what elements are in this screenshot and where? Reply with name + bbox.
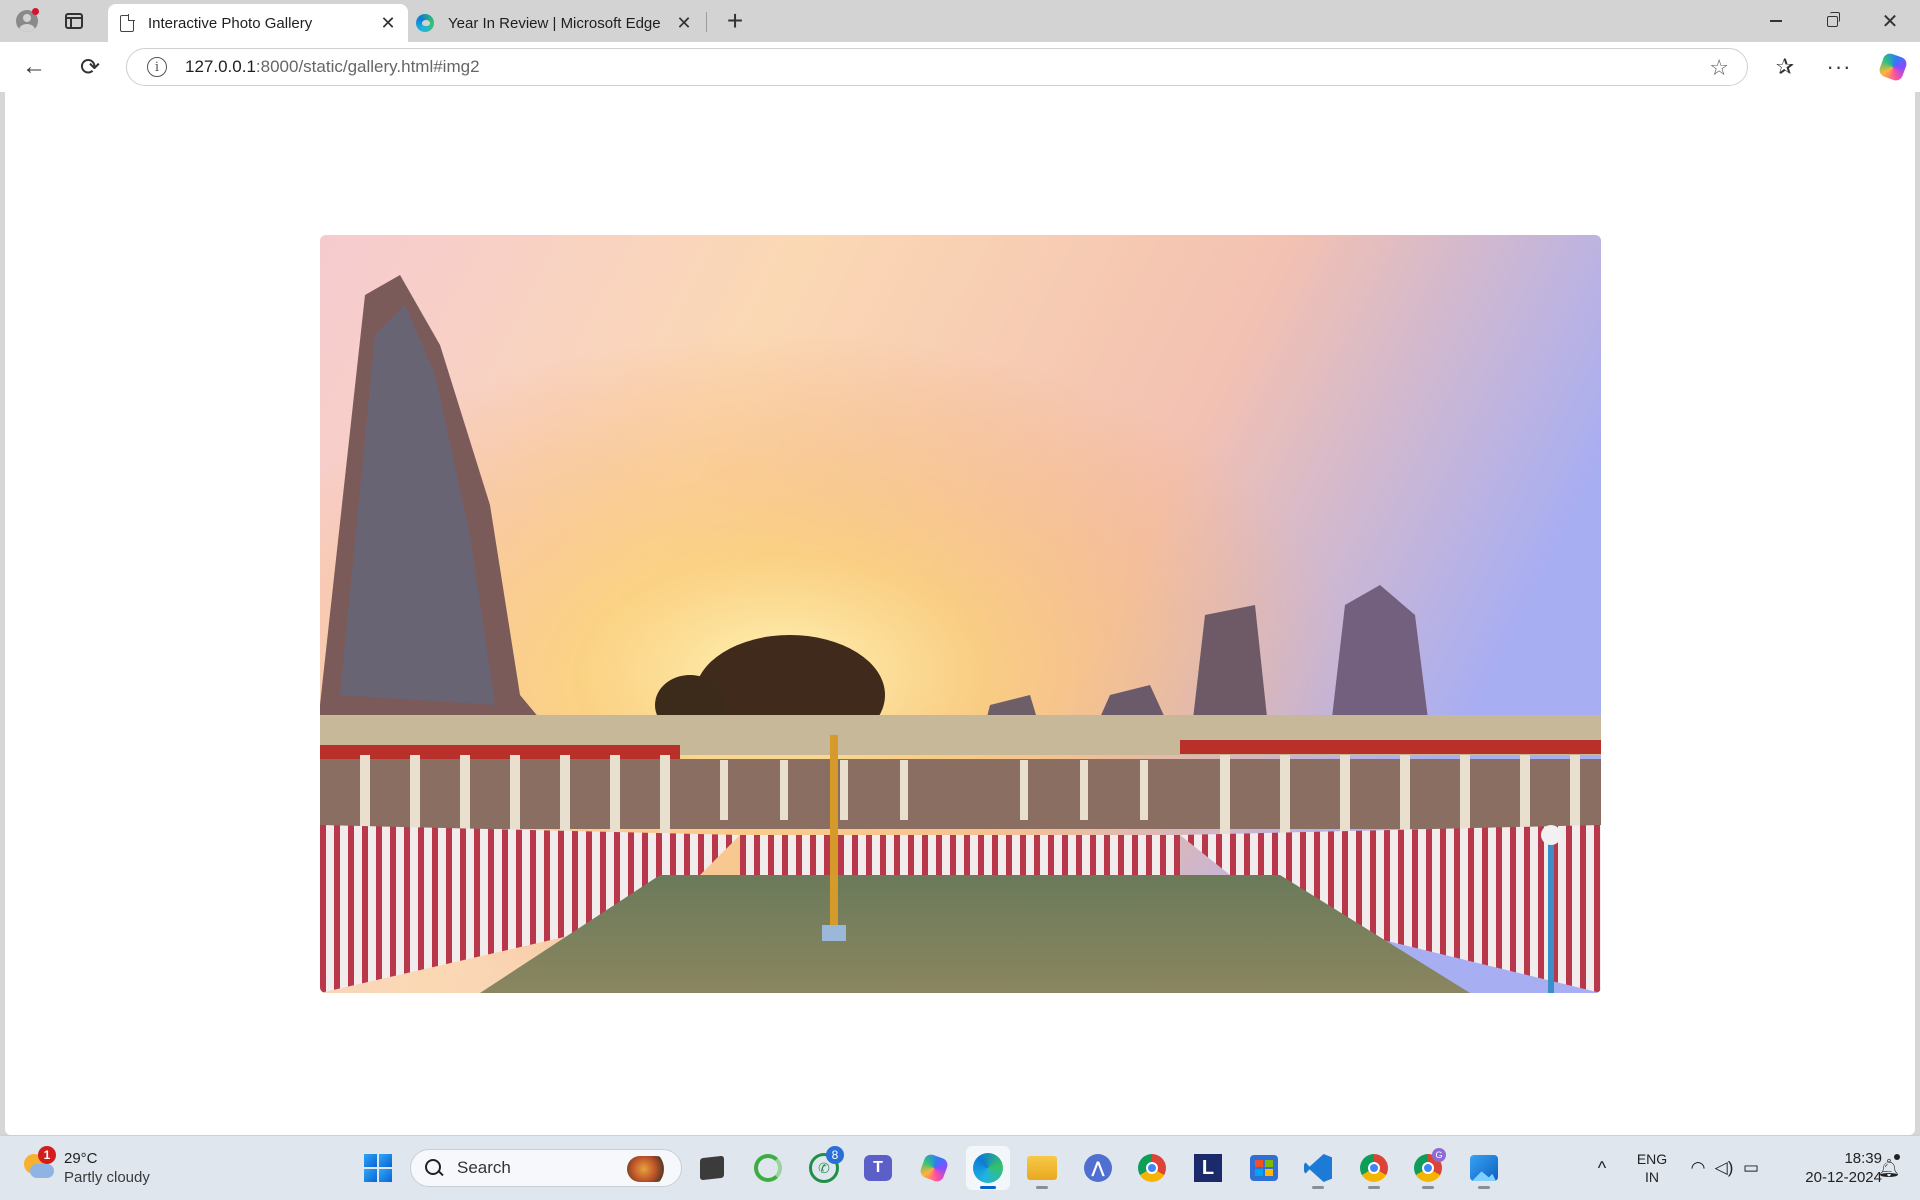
tab-actions-button[interactable]	[62, 11, 86, 31]
restore-button[interactable]	[1804, 0, 1860, 42]
url-host: 127.0.0.1	[185, 57, 256, 76]
page-icon	[120, 13, 135, 32]
windows-icon	[364, 1154, 392, 1182]
tab-title: Interactive Photo Gallery	[148, 14, 313, 32]
start-button[interactable]	[356, 1146, 400, 1190]
profile-button[interactable]	[10, 6, 44, 36]
more-options-icon[interactable]: ···	[1822, 52, 1856, 82]
chrome-icon	[1138, 1154, 1166, 1182]
url-path: :8000/static/gallery.html#img2	[255, 57, 480, 76]
tab-separator	[706, 12, 707, 32]
taskbar-app-a[interactable]: ⋀	[1076, 1146, 1120, 1190]
photos-icon	[1470, 1155, 1498, 1181]
edge-icon	[416, 14, 434, 32]
clock[interactable]: 18:39 20-12-2024	[1776, 1146, 1882, 1190]
taskbar-app-vscode[interactable]	[1296, 1146, 1340, 1190]
taskbar-app-whatsapp[interactable]: ✆ 8	[802, 1146, 846, 1190]
taskbar-app-chrome[interactable]	[1130, 1146, 1174, 1190]
new-tab-button[interactable]: +	[720, 5, 750, 36]
search-icon	[425, 1159, 443, 1177]
minimize-icon	[1770, 20, 1782, 22]
taskbar-search[interactable]: Search	[410, 1149, 682, 1187]
taskbar-app-chrome-profile[interactable]: G	[1406, 1146, 1450, 1190]
l-app-icon: L	[1194, 1154, 1222, 1182]
weather-temp: 29°C	[64, 1150, 98, 1167]
tab-interactive-photo-gallery[interactable]: Interactive Photo Gallery ✕	[108, 4, 408, 42]
search-label: Search	[457, 1158, 511, 1177]
chrome-icon	[1360, 1154, 1388, 1182]
profile-badge-icon: G	[1432, 1148, 1446, 1162]
edge-taskbar-icon	[973, 1153, 1003, 1183]
weather-condition: Partly cloudy	[64, 1169, 150, 1186]
show-hidden-icons-button[interactable]: ^	[1588, 1146, 1616, 1190]
app-a-icon: ⋀	[1084, 1154, 1112, 1182]
taskbar-app-teams[interactable]: T	[856, 1146, 900, 1190]
taskbar-app-chrome-2[interactable]	[1352, 1146, 1396, 1190]
taskbar-app-chat[interactable]	[746, 1146, 790, 1190]
back-button[interactable]: ←	[16, 50, 52, 84]
running-indicator	[1036, 1186, 1048, 1189]
taskbar-app-file-viewer[interactable]	[690, 1146, 734, 1190]
tab-strip: Interactive Photo Gallery ✕ Year In Revi…	[0, 0, 1920, 42]
site-info-icon[interactable]: i	[147, 57, 167, 77]
lang-region: IN	[1645, 1169, 1659, 1185]
chat-app-icon	[754, 1154, 782, 1182]
notifications-icon[interactable]: 🔔︎	[1874, 1146, 1904, 1190]
close-window-button[interactable]: ✕	[1862, 0, 1918, 42]
running-indicator	[1368, 1186, 1380, 1189]
vscode-icon	[1304, 1154, 1332, 1182]
reload-button[interactable]: ⟳	[72, 50, 108, 84]
restore-icon	[1826, 11, 1840, 27]
tab-year-in-review[interactable]: Year In Review | Microsoft Edge ✕	[410, 4, 704, 42]
minimize-button[interactable]	[1748, 0, 1804, 42]
close-tab-icon[interactable]: ✕	[376, 11, 400, 35]
copilot-taskbar-icon	[918, 1152, 950, 1184]
address-bar[interactable]: i 127.0.0.1:8000/static/gallery.html#img…	[126, 48, 1748, 86]
close-tab-icon[interactable]: ✕	[672, 11, 696, 35]
taskbar-app-file-explorer[interactable]	[1020, 1146, 1064, 1190]
weather-badge: 1	[38, 1146, 56, 1164]
taskbar-app-store[interactable]	[1242, 1146, 1286, 1190]
folder-icon	[1027, 1156, 1057, 1180]
page-viewport	[5, 92, 1915, 1135]
running-indicator	[1422, 1186, 1434, 1189]
taskbar-app-copilot[interactable]	[912, 1146, 956, 1190]
weather-widget[interactable]: 1 29°C Partly cloudy	[20, 1146, 180, 1190]
file-viewer-icon	[700, 1155, 724, 1181]
clock-date: 20-12-2024	[1805, 1169, 1882, 1186]
taskbar-app-edge[interactable]	[966, 1146, 1010, 1190]
tab-actions-icon	[65, 13, 83, 29]
store-icon	[1250, 1155, 1278, 1181]
volume-icon[interactable]: ◁)	[1712, 1146, 1736, 1190]
favorite-star-icon[interactable]: ☆	[1709, 55, 1729, 81]
whatsapp-badge: 8	[826, 1146, 844, 1164]
copilot-button[interactable]	[1876, 51, 1910, 83]
gallery-image[interactable]	[320, 235, 1601, 993]
taskbar-app-photos[interactable]	[1462, 1146, 1506, 1190]
temple-illustration	[320, 235, 1601, 993]
favorites-icon[interactable]: ✰	[1768, 52, 1802, 82]
battery-icon[interactable]: ▭	[1738, 1146, 1764, 1190]
copilot-icon	[1877, 51, 1909, 83]
taskbar: 1 29°C Partly cloudy Search ✆ 8 T ⋀ L G …	[0, 1135, 1920, 1200]
language-indicator[interactable]: ENG IN	[1624, 1146, 1680, 1190]
tab-title: Year In Review | Microsoft Edge	[448, 14, 661, 32]
profile-notification-dot	[32, 8, 39, 15]
search-highlight-icon	[627, 1156, 669, 1182]
browser-toolbar: ← ⟳ i 127.0.0.1:8000/static/gallery.html…	[0, 42, 1920, 92]
running-indicator	[1312, 1186, 1324, 1189]
teams-icon: T	[864, 1155, 892, 1181]
taskbar-app-l[interactable]: L	[1186, 1146, 1230, 1190]
running-indicator	[1478, 1186, 1490, 1189]
active-indicator	[980, 1186, 996, 1189]
wifi-icon[interactable]: ◠	[1686, 1146, 1710, 1190]
lang-code: ENG	[1636, 1151, 1668, 1167]
